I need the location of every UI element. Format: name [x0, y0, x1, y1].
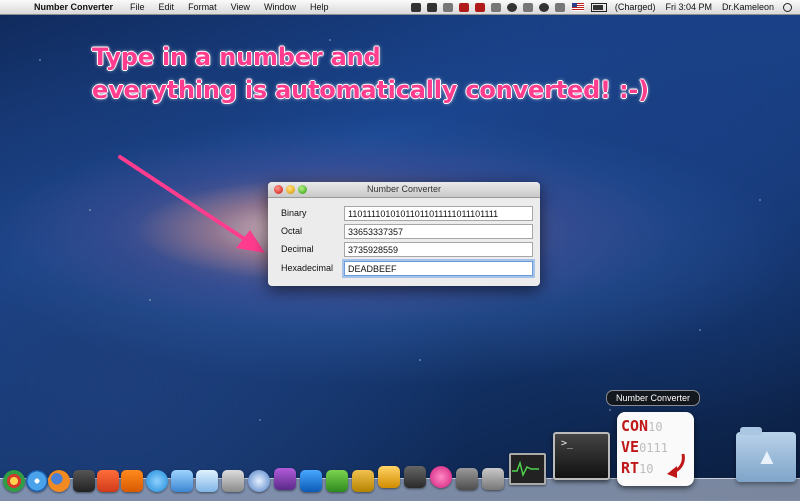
binary-label: Binary: [281, 208, 307, 218]
activity-monitor-icon[interactable]: [509, 453, 546, 485]
xampp-icon[interactable]: [121, 470, 143, 492]
firefox-icon[interactable]: [48, 470, 70, 492]
decimal-label: Decimal: [281, 244, 314, 254]
activity-graph-icon: [512, 460, 539, 478]
fireworks-icon[interactable]: [378, 466, 400, 488]
binary-field[interactable]: [344, 206, 533, 221]
number-converter-app-icon[interactable]: CON10 VE0111 RT10: [617, 412, 694, 486]
decimal-field[interactable]: [344, 242, 533, 257]
octal-label: Octal: [281, 226, 303, 236]
decimal-row: Decimal: [268, 242, 540, 258]
applications-a-icon: ▲: [756, 444, 778, 469]
app-icon-text: RT: [621, 459, 640, 477]
app-icon-bits: 10: [648, 420, 663, 434]
system-preferences-icon[interactable]: [482, 468, 504, 490]
app-icon[interactable]: [73, 470, 95, 492]
app-icon[interactable]: [430, 466, 452, 488]
app-icon[interactable]: [97, 470, 119, 492]
app-icon-bits: 10: [639, 462, 654, 476]
window-title: Number Converter: [366, 184, 442, 194]
app-icon[interactable]: [248, 470, 270, 492]
octal-field[interactable]: [344, 224, 533, 239]
terminal-icon[interactable]: >_: [553, 432, 610, 480]
octal-row: Octal: [268, 224, 540, 240]
app-icon-text: VE: [621, 438, 640, 456]
hexadecimal-row: Hexadecimal: [268, 261, 540, 277]
hexadecimal-field[interactable]: [344, 261, 533, 276]
flash-builder-icon[interactable]: [404, 466, 426, 488]
window-titlebar[interactable]: Number Converter: [268, 182, 540, 198]
hexadecimal-label: Hexadecimal: [281, 263, 334, 273]
number-converter-window: Number Converter Binary Octal Decimal He…: [268, 182, 540, 286]
app-icon[interactable]: [196, 470, 218, 492]
app-icon-text-row: CON10: [621, 416, 690, 437]
app-icon-arrow-icon: [667, 453, 685, 478]
xcode-icon[interactable]: [300, 470, 322, 492]
skype-icon[interactable]: [146, 470, 168, 492]
applications-folder-icon[interactable]: ▲: [736, 427, 796, 482]
app-icon[interactable]: [222, 470, 244, 492]
app-icon-bits: 0111: [639, 441, 668, 455]
dock-tooltip: Number Converter: [606, 390, 700, 406]
app-icon[interactable]: [456, 468, 478, 490]
terminal-prompt: >_: [561, 438, 574, 449]
app-icon[interactable]: [274, 468, 296, 490]
chrome-icon[interactable]: [3, 470, 25, 492]
mail-icon[interactable]: [171, 470, 193, 492]
binary-row: Binary: [268, 206, 540, 222]
app-icon[interactable]: [326, 470, 348, 492]
app-icon[interactable]: [352, 470, 374, 492]
safari-icon[interactable]: [26, 470, 48, 492]
app-icon-text: CON: [621, 417, 649, 435]
